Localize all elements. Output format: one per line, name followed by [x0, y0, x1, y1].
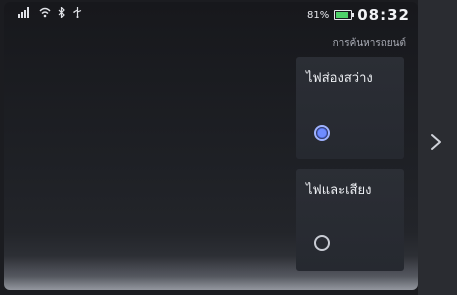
usb-icon: [73, 7, 82, 21]
option-label: ไฟส่องสว่าง: [306, 71, 373, 86]
signal-icon: [18, 7, 32, 21]
radio-selected-icon[interactable]: [314, 125, 330, 141]
battery-level: [336, 12, 348, 18]
battery-icon: [334, 10, 355, 20]
status-bar: 81% 08:32: [4, 2, 418, 24]
radio-unselected-icon[interactable]: [314, 235, 330, 251]
screen: 81% 08:32 การค้นหารถยนต์ ไฟส่องสว่าง ไฟแ…: [4, 2, 418, 290]
chevron-right-icon[interactable]: [430, 133, 442, 151]
option-card-lights-sound[interactable]: ไฟและเสียง: [296, 169, 404, 271]
bluetooth-icon: [58, 6, 66, 21]
battery-percent: 81%: [307, 9, 330, 21]
page-title: การค้นหารถยนต์: [332, 38, 406, 49]
option-label: ไฟและเสียง: [306, 183, 372, 198]
clock: 08:32: [357, 6, 410, 24]
wifi-icon: [39, 7, 51, 21]
option-card-lights[interactable]: ไฟส่องสว่าง: [296, 57, 404, 159]
